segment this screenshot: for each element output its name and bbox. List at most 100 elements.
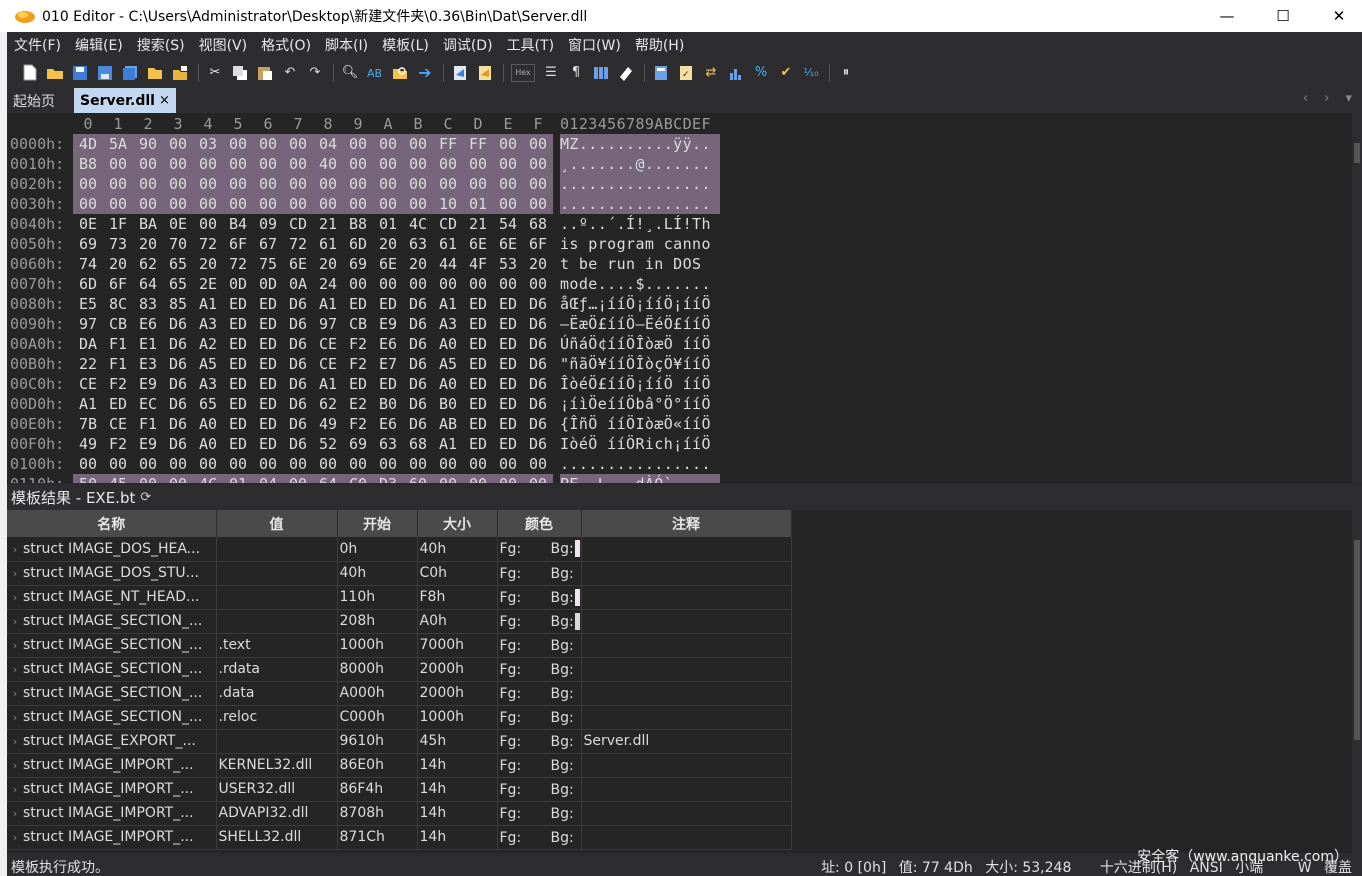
workspace-icon[interactable] — [171, 64, 189, 82]
hex-byte[interactable]: ED — [223, 394, 253, 414]
template-cell-comment[interactable] — [581, 657, 792, 682]
template-cell-name[interactable]: › struct IMAGE_IMPORT_... — [7, 777, 217, 802]
menu-window[interactable]: 窗口(W) — [561, 35, 628, 55]
save-all-icon[interactable] — [121, 64, 139, 82]
hex-byte[interactable]: 00 — [493, 194, 523, 214]
hex-byte[interactable]: ED — [463, 414, 493, 434]
expand-chevron-icon[interactable]: › — [7, 687, 23, 700]
hex-byte[interactable]: 00 — [133, 154, 163, 174]
run-template-icon[interactable] — [476, 64, 494, 82]
hex-row-ascii[interactable]: PE..L...dÀÓ`.... — [560, 474, 720, 483]
hex-byte[interactable]: 00 — [103, 194, 133, 214]
hex-byte[interactable]: D6 — [163, 374, 193, 394]
hex-byte[interactable]: 00 — [103, 174, 133, 194]
goto-icon[interactable]: ➔ — [416, 63, 434, 82]
template-row[interactable]: › struct IMAGE_SECTION_... 208h A0h Fg: Bg: — [7, 609, 792, 634]
hex-byte[interactable]: 00 — [523, 134, 553, 154]
hex-byte[interactable]: 04 — [253, 474, 283, 483]
calculator-icon[interactable] — [652, 64, 670, 82]
hex-byte[interactable]: ED — [253, 374, 283, 394]
template-cell-value[interactable] — [216, 537, 338, 562]
hex-byte[interactable]: A5 — [433, 354, 463, 374]
hex-byte[interactable]: ED — [223, 314, 253, 334]
base-converter-icon[interactable]: ⅒ — [802, 64, 820, 82]
hex-byte[interactable]: 00 — [163, 194, 193, 214]
hex-byte[interactable]: 00 — [343, 454, 373, 474]
hex-byte[interactable]: 00 — [313, 174, 343, 194]
hex-byte[interactable]: 00 — [493, 454, 523, 474]
hex-byte[interactable]: 6D — [73, 274, 103, 294]
column-header-color[interactable]: 颜色 — [497, 510, 582, 537]
template-cell-size[interactable]: 45h — [417, 729, 498, 754]
hex-byte[interactable]: B8 — [343, 214, 373, 234]
hex-byte[interactable]: A3 — [193, 374, 223, 394]
hex-byte[interactable]: 73 — [103, 234, 133, 254]
hex-byte[interactable]: 00 — [403, 454, 433, 474]
hex-byte[interactable]: D6 — [403, 314, 433, 334]
hex-byte[interactable]: A1 — [313, 294, 343, 314]
hex-byte[interactable]: 6E — [493, 234, 523, 254]
hex-byte[interactable]: DA — [73, 334, 103, 354]
hex-byte[interactable]: 97 — [313, 314, 343, 334]
hex-byte[interactable]: 65 — [163, 274, 193, 294]
tab-server-dll[interactable]: Server.dll × — [74, 88, 176, 113]
template-cell-color[interactable]: Fg: Bg: — [497, 609, 582, 634]
hex-byte[interactable]: 00 — [163, 134, 193, 154]
template-cell-name[interactable]: › struct IMAGE_SECTION_... — [7, 681, 217, 706]
hex-byte[interactable]: D6 — [523, 394, 553, 414]
hex-byte[interactable]: 64 — [313, 474, 343, 483]
menu-search[interactable]: 搜索(S) — [130, 35, 192, 55]
template-cell-comment[interactable] — [581, 753, 792, 778]
template-row[interactable]: › struct IMAGE_SECTION_... .text 1000h 7000h… — [7, 633, 792, 658]
hex-byte[interactable]: ED — [253, 434, 283, 454]
template-cell-start[interactable]: 8000h — [337, 657, 418, 682]
template-cell-name[interactable]: › struct IMAGE_SECTION_... — [7, 705, 217, 730]
hex-byte[interactable]: 7B — [73, 414, 103, 434]
hex-byte[interactable]: D3 — [373, 474, 403, 483]
hex-byte[interactable]: 00 — [283, 154, 313, 174]
hex-byte[interactable]: 6E — [283, 254, 313, 274]
hex-byte[interactable]: ED — [493, 434, 523, 454]
hex-byte[interactable]: A1 — [313, 374, 343, 394]
template-cell-value[interactable]: KERNEL32.dll — [216, 753, 338, 778]
hex-byte[interactable]: 00 — [163, 174, 193, 194]
hex-byte[interactable]: 20 — [403, 254, 433, 274]
hex-row-ascii[interactable]: —ËæÖ£ííÖ—ËéÖ£ííÖ — [560, 314, 720, 334]
hex-byte[interactable]: 00 — [103, 454, 133, 474]
hex-byte[interactable]: 00 — [193, 214, 223, 234]
hex-byte[interactable]: A3 — [433, 314, 463, 334]
hex-byte[interactable]: 20 — [193, 254, 223, 274]
hex-byte[interactable]: 8C — [103, 294, 133, 314]
open-folder-2-icon[interactable] — [146, 64, 164, 82]
template-cell-name[interactable]: › struct IMAGE_SECTION_... — [7, 633, 217, 658]
hex-byte[interactable]: F2 — [343, 354, 373, 374]
hex-byte[interactable]: 00 — [313, 194, 343, 214]
hex-byte[interactable]: 00 — [223, 454, 253, 474]
hex-byte[interactable]: B4 — [223, 214, 253, 234]
hex-byte[interactable]: 2E — [193, 274, 223, 294]
hex-row-ascii[interactable]: is program canno — [560, 234, 720, 254]
menu-help[interactable]: 帮助(H) — [628, 35, 691, 55]
find-in-files-icon[interactable] — [391, 64, 409, 82]
hex-byte[interactable]: 00 — [463, 154, 493, 174]
copy-icon[interactable] — [231, 64, 249, 82]
template-cell-color[interactable]: Fg: Bg: — [497, 657, 582, 682]
hex-byte[interactable]: F1 — [103, 354, 133, 374]
hex-byte[interactable]: 0A — [283, 274, 313, 294]
hex-byte[interactable]: 22 — [73, 354, 103, 374]
hex-byte[interactable]: 01 — [373, 214, 403, 234]
hex-byte[interactable]: 00 — [223, 134, 253, 154]
menu-view[interactable]: 视图(V) — [192, 35, 255, 55]
hex-byte[interactable]: 00 — [193, 194, 223, 214]
hex-byte[interactable]: ED — [343, 374, 373, 394]
hex-byte[interactable]: 69 — [343, 434, 373, 454]
hex-byte[interactable]: 60 — [403, 474, 433, 483]
hex-byte[interactable]: 00 — [193, 174, 223, 194]
hex-row-ascii[interactable]: ................ — [560, 174, 720, 194]
hex-byte[interactable]: 0E — [163, 214, 193, 234]
hex-byte[interactable]: 00 — [73, 194, 103, 214]
hex-byte[interactable]: A2 — [193, 334, 223, 354]
hex-byte[interactable]: FF — [463, 134, 493, 154]
template-cell-color[interactable]: Fg: Bg: — [497, 753, 582, 778]
hex-byte[interactable]: 40 — [313, 154, 343, 174]
